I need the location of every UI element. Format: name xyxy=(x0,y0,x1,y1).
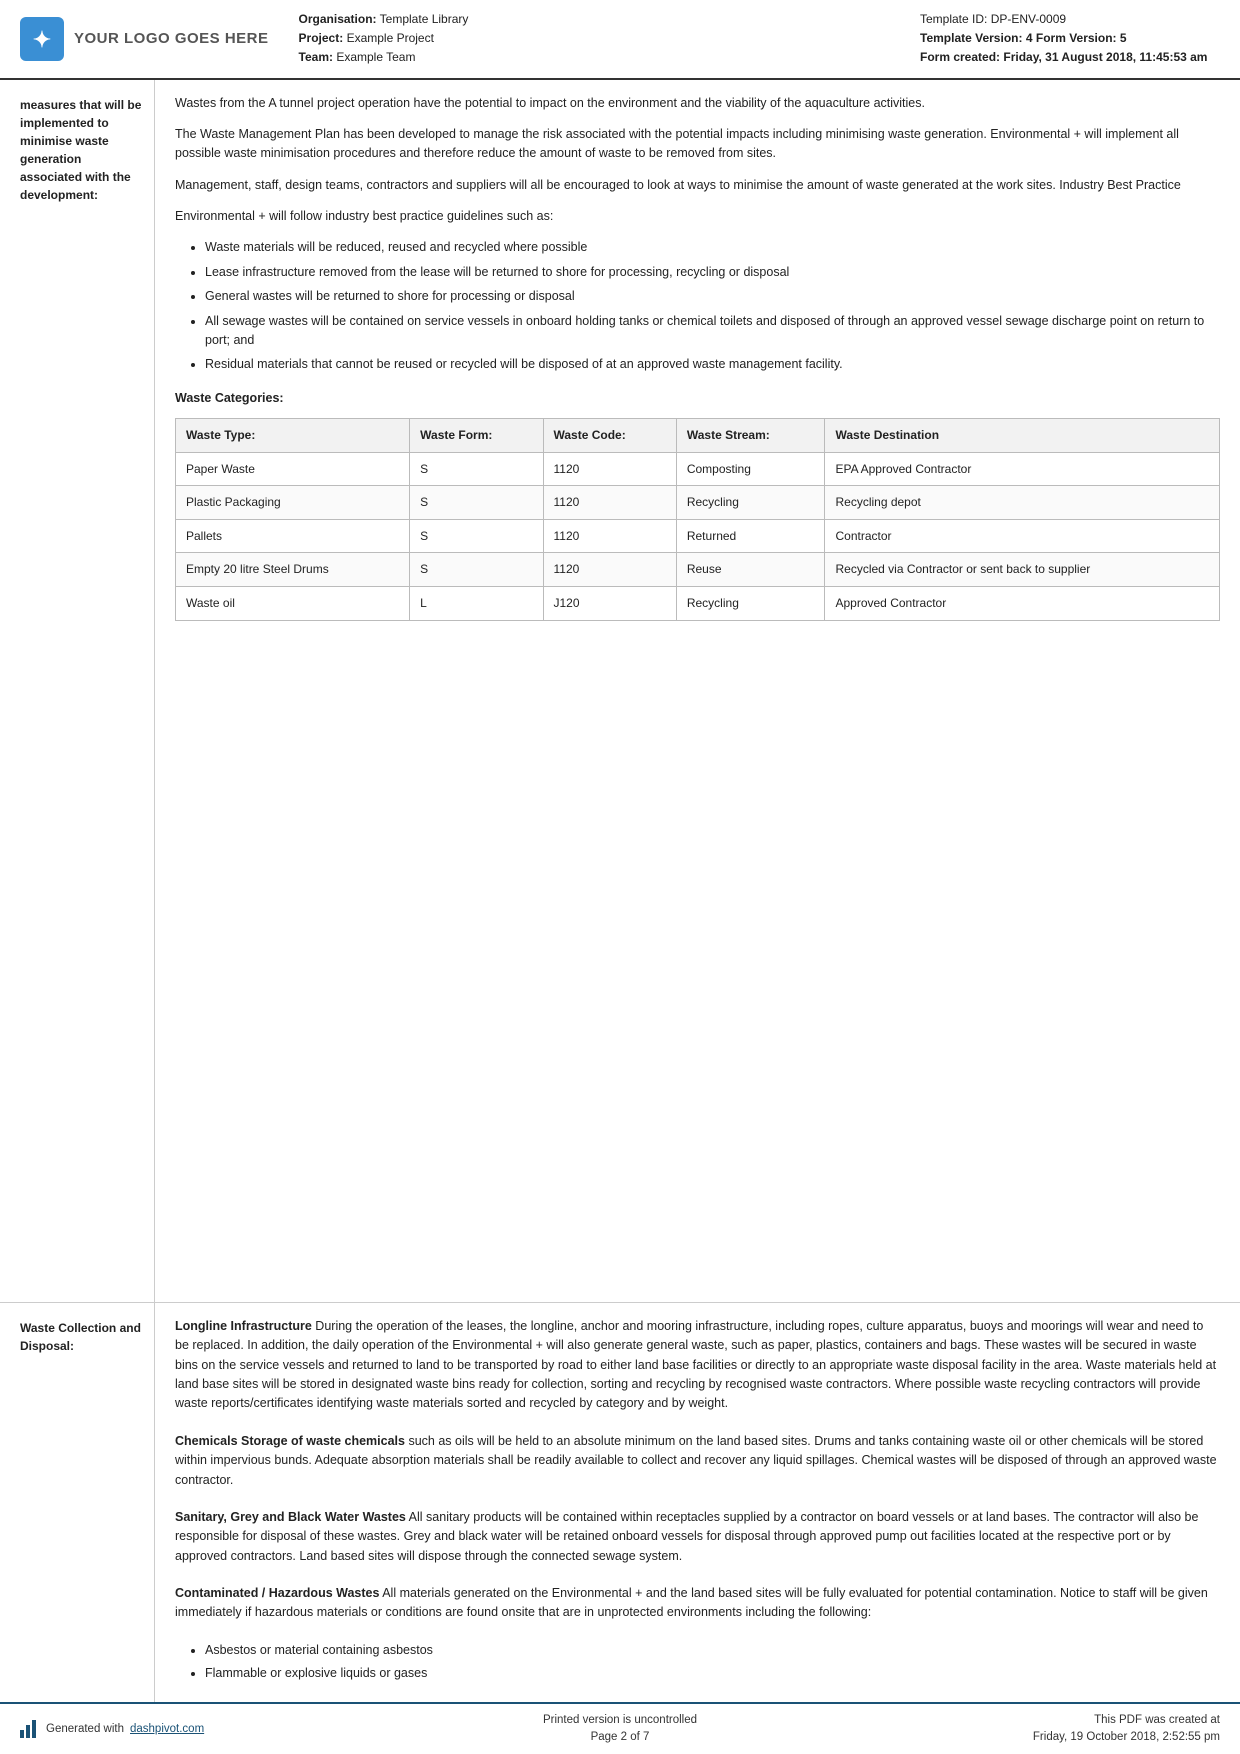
wcd-section-1: Chemicals Storage of waste chemicals suc… xyxy=(175,1432,1220,1490)
table-cell: Waste oil xyxy=(176,587,410,621)
table-cell: Approved Contractor xyxy=(825,587,1220,621)
table-cell: Returned xyxy=(676,519,825,553)
table-cell: Recycling xyxy=(676,486,825,520)
table-header-row: Waste Type: Waste Form: Waste Code: Wast… xyxy=(176,419,1220,453)
table-cell: Plastic Packaging xyxy=(176,486,410,520)
main-section: measures that will be implemented to min… xyxy=(0,80,1240,1302)
left-col-label: measures that will be implemented to min… xyxy=(20,98,141,202)
table-row: Waste oilLJ120RecyclingApproved Contract… xyxy=(176,587,1220,621)
table-cell: Recycling xyxy=(676,587,825,621)
wcd-left-col: Waste Collection and Disposal: xyxy=(0,1303,155,1702)
bullet-3: General wastes will be returned to shore… xyxy=(205,287,1220,306)
footer: Generated with dashpivot.com Printed ver… xyxy=(0,1702,1240,1754)
generated-text: Generated with xyxy=(46,1723,124,1735)
waste-collection-section: Waste Collection and Disposal: Longline … xyxy=(0,1303,1240,1702)
wcd-section-2: Sanitary, Grey and Black Water Wastes Al… xyxy=(175,1508,1220,1566)
col-waste-type: Waste Type: xyxy=(176,419,410,453)
table-row: Plastic PackagingS1120RecyclingRecycling… xyxy=(176,486,1220,520)
template-version-line: Template Version: 4 Form Version: 5 xyxy=(920,29,1220,48)
bullet-1: Waste materials will be reduced, reused … xyxy=(205,238,1220,257)
svg-text:✦: ✦ xyxy=(33,27,51,52)
template-id-line: Template ID: DP-ENV-0009 xyxy=(920,10,1220,29)
footer-right: This PDF was created at Friday, 19 Octob… xyxy=(820,1712,1220,1747)
bullet-2: Lease infrastructure removed from the le… xyxy=(205,263,1220,282)
dashpivot-icon xyxy=(20,1720,36,1738)
org-line: Organisation: Template Library xyxy=(299,10,920,29)
table-cell: Pallets xyxy=(176,519,410,553)
table-cell: Composting xyxy=(676,452,825,486)
table-cell: L xyxy=(410,587,543,621)
footer-center-line1: Printed version is uncontrolled xyxy=(420,1712,820,1729)
header-right: Template ID: DP-ENV-0009 Template Versio… xyxy=(920,10,1220,68)
logo-icon: ✦ xyxy=(20,17,64,61)
page: ✦ YOUR LOGO GOES HERE Organisation: Temp… xyxy=(0,0,1240,1754)
table-cell: 1120 xyxy=(543,553,676,587)
logo-text: YOUR LOGO GOES HERE xyxy=(74,30,269,47)
table-cell: Recycled via Contractor or sent back to … xyxy=(825,553,1220,587)
footer-right-line2: Friday, 19 October 2018, 2:52:55 pm xyxy=(820,1729,1220,1746)
table-cell: Contractor xyxy=(825,519,1220,553)
col-waste-form: Waste Form: xyxy=(410,419,543,453)
wcd-section-0: Longline Infrastructure During the opera… xyxy=(175,1317,1220,1414)
footer-right-line1: This PDF was created at xyxy=(820,1712,1220,1729)
bullet-5: Residual materials that cannot be reused… xyxy=(205,355,1220,374)
wcd-right-col: Longline Infrastructure During the opera… xyxy=(155,1303,1240,1702)
table-row: Empty 20 litre Steel DrumsS1120ReuseRecy… xyxy=(176,553,1220,587)
right-column: Wastes from the A tunnel project operati… xyxy=(155,80,1240,1302)
table-cell: 1120 xyxy=(543,519,676,553)
header: ✦ YOUR LOGO GOES HERE Organisation: Temp… xyxy=(0,0,1240,80)
footer-center: Printed version is uncontrolled Page 2 o… xyxy=(420,1712,820,1747)
table-cell: Recycling depot xyxy=(825,486,1220,520)
footer-left: Generated with dashpivot.com xyxy=(20,1720,420,1738)
body-para1: Wastes from the A tunnel project operati… xyxy=(175,94,1220,113)
table-cell: S xyxy=(410,486,543,520)
table-row: Paper WasteS1120CompostingEPA Approved C… xyxy=(176,452,1220,486)
body-bullets: Waste materials will be reduced, reused … xyxy=(205,238,1220,374)
table-body: Paper WasteS1120CompostingEPA Approved C… xyxy=(176,452,1220,620)
table-cell: 1120 xyxy=(543,452,676,486)
table-cell: S xyxy=(410,553,543,587)
table-cell: J120 xyxy=(543,587,676,621)
team-line: Team: Example Team xyxy=(299,48,920,67)
header-center: Organisation: Template Library Project: … xyxy=(299,10,920,68)
waste-table: Waste Type: Waste Form: Waste Code: Wast… xyxy=(175,418,1220,621)
wcd-section-3: Contaminated / Hazardous Wastes All mate… xyxy=(175,1584,1220,1623)
waste-categories-heading: Waste Categories: xyxy=(175,389,1220,408)
table-cell: S xyxy=(410,519,543,553)
table-cell: Empty 20 litre Steel Drums xyxy=(176,553,410,587)
logo-area: ✦ YOUR LOGO GOES HERE xyxy=(20,10,269,68)
body-para3: Management, staff, design teams, contrac… xyxy=(175,176,1220,195)
col-waste-destination: Waste Destination xyxy=(825,419,1220,453)
project-line: Project: Example Project xyxy=(299,29,920,48)
body-para2: The Waste Management Plan has been devel… xyxy=(175,125,1220,164)
wcd-bullet: Flammable or explosive liquids or gases xyxy=(205,1664,1220,1683)
wcd-label: Waste Collection and Disposal: xyxy=(20,1321,141,1353)
left-column: measures that will be implemented to min… xyxy=(0,80,155,1302)
footer-center-line2: Page 2 of 7 xyxy=(420,1729,820,1746)
col-waste-stream: Waste Stream: xyxy=(676,419,825,453)
form-created-line: Form created: Friday, 31 August 2018, 11… xyxy=(920,48,1220,67)
wcd-bullets-3: Asbestos or material containing asbestos… xyxy=(205,1641,1220,1684)
table-cell: EPA Approved Contractor xyxy=(825,452,1220,486)
table-cell: Paper Waste xyxy=(176,452,410,486)
table-cell: 1120 xyxy=(543,486,676,520)
table-cell: S xyxy=(410,452,543,486)
wcd-bullet: Asbestos or material containing asbestos xyxy=(205,1641,1220,1660)
dashpivot-link[interactable]: dashpivot.com xyxy=(130,1723,204,1735)
table-row: PalletsS1120ReturnedContractor xyxy=(176,519,1220,553)
table-cell: Reuse xyxy=(676,553,825,587)
col-waste-code: Waste Code: xyxy=(543,419,676,453)
body-para4: Environmental + will follow industry bes… xyxy=(175,207,1220,226)
bullet-4: All sewage wastes will be contained on s… xyxy=(205,312,1220,351)
